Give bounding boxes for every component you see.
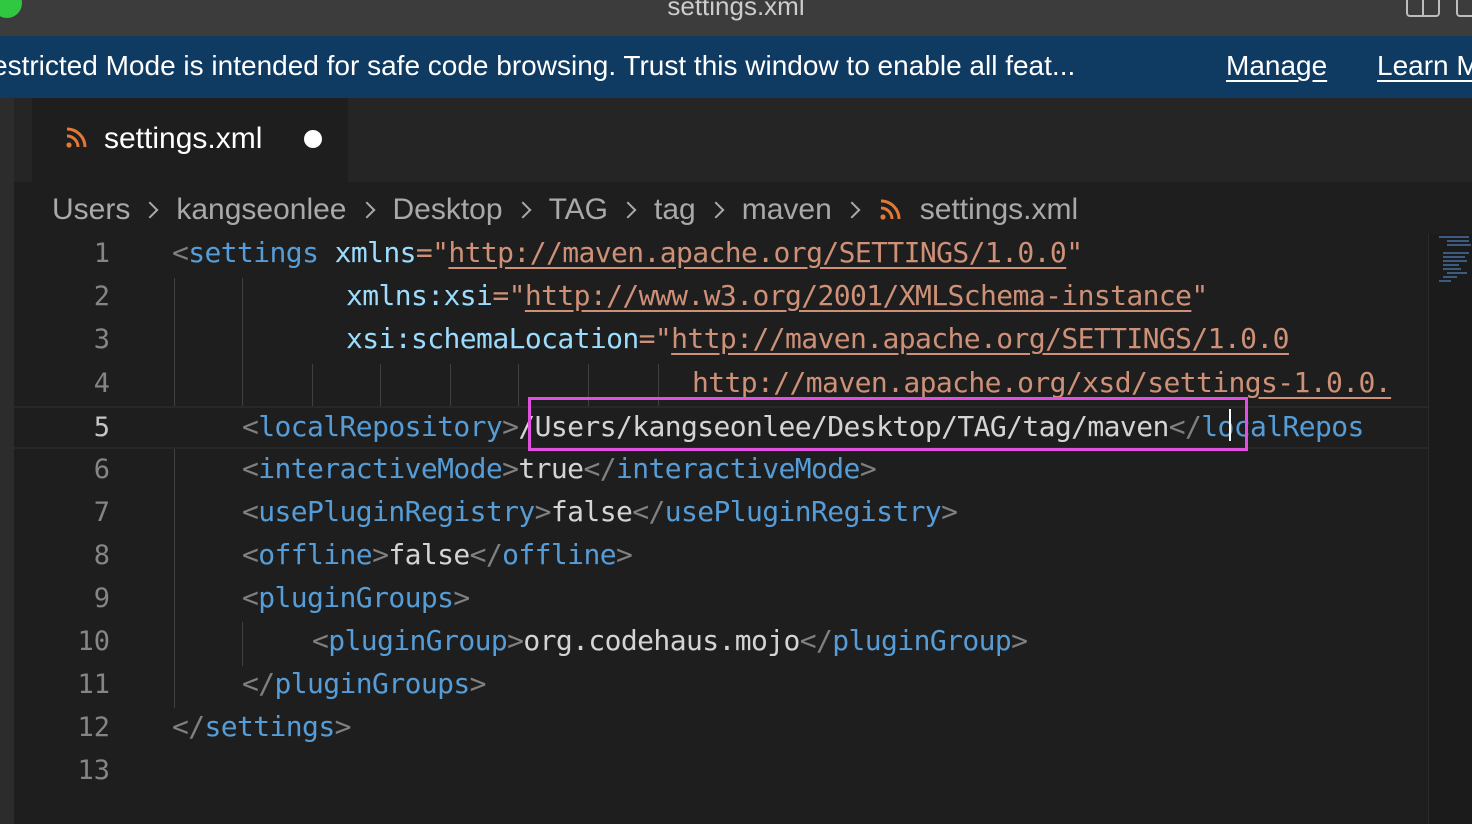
breadcrumb-desktop[interactable]: Desktop: [393, 193, 503, 227]
code-text: <localRepository>/Users/kangseonlee/Desk…: [242, 410, 1364, 443]
code-line[interactable]: 7 <usePluginRegistry>false</usePluginReg…: [14, 493, 1428, 536]
code-text: <pluginGroup>org.codehaus.mojo</pluginGr…: [312, 624, 1028, 657]
activity-bar-edge: [0, 98, 14, 824]
unsaved-dot-icon[interactable]: [304, 130, 322, 148]
line-number: 1: [93, 238, 110, 269]
minimap-line: [1443, 264, 1459, 266]
manage-link[interactable]: Manage: [1226, 50, 1327, 82]
minimap-line: [1443, 252, 1469, 254]
code-text: <usePluginRegistry>false</usePluginRegis…: [242, 495, 958, 528]
minimap-line: [1443, 268, 1461, 270]
code-line[interactable]: 11 </pluginGroups>: [14, 665, 1428, 708]
code-line[interactable]: 1 <settings xmlns="http://maven.apache.o…: [14, 234, 1428, 277]
code-text: <pluginGroups>: [242, 581, 470, 614]
tab-label: settings.xml: [104, 122, 263, 155]
code-text: http://maven.apache.org/xsd/settings-1.0…: [692, 366, 1392, 399]
minimap-line: [1443, 260, 1467, 262]
chevron-right-icon: [619, 201, 637, 219]
breadcrumb-maven[interactable]: maven: [742, 193, 832, 227]
line-number: 12: [77, 712, 110, 743]
chevron-right-icon: [358, 201, 375, 219]
text-cursor: [1229, 409, 1231, 441]
line-number: 11: [77, 669, 110, 700]
line-number: 2: [93, 281, 110, 312]
title-bar: settings.xml: [0, 0, 1472, 36]
tab-settings-xml[interactable]: settings.xml: [32, 98, 348, 182]
minimap-line: [1443, 256, 1465, 258]
breadcrumb: Users kangseonlee Desktop TAG tag maven …: [52, 188, 1078, 232]
line-number: 8: [93, 540, 110, 571]
code-line[interactable]: 4 http://maven.apache.org/xsd/settings-1…: [14, 364, 1428, 407]
code-editor[interactable]: 1 <settings xmlns="http://maven.apache.o…: [14, 234, 1428, 824]
breadcrumb-tag-upper[interactable]: TAG: [549, 193, 608, 227]
code-text: <interactiveMode>true</interactiveMode>: [242, 452, 877, 485]
minimap-line: [1447, 272, 1467, 274]
rss-icon: [880, 199, 901, 220]
minimap-line: [1439, 236, 1469, 238]
line-number: 4: [93, 368, 110, 399]
line-number: 3: [93, 324, 110, 355]
breadcrumb-users[interactable]: Users: [52, 193, 130, 227]
panel-layout-icon[interactable]: [1456, 0, 1472, 17]
code-text: <offline>false</offline>: [242, 538, 633, 571]
chevron-right-icon: [843, 201, 861, 219]
code-line[interactable]: 2 xmlns:xsi="http://www.w3.org/2001/XMLS…: [14, 277, 1428, 320]
line-number: 7: [93, 497, 110, 528]
rss-icon: [66, 127, 87, 148]
chevron-right-icon: [141, 201, 159, 219]
code-line[interactable]: 10 <pluginGroup>org.codehaus.mojo</plugi…: [14, 622, 1428, 665]
line-number: 9: [93, 583, 110, 614]
code-line[interactable]: 8 <offline>false</offline>: [14, 536, 1428, 579]
learn-more-link[interactable]: Learn M: [1377, 50, 1472, 82]
code-line-current[interactable]: 5 <localRepository>/Users/kangseonlee/De…: [14, 406, 1428, 449]
minimap-line: [1447, 240, 1469, 242]
minimap-line: [1443, 276, 1457, 278]
line-number: 6: [93, 454, 110, 485]
code-line[interactable]: 12 </settings>: [14, 708, 1428, 751]
restricted-mode-banner: estricted Mode is intended for safe code…: [0, 36, 1472, 98]
chevron-right-icon: [514, 201, 532, 219]
banner-message: estricted Mode is intended for safe code…: [0, 50, 1076, 81]
code-line[interactable]: 9 <pluginGroups>: [14, 579, 1428, 622]
code-line[interactable]: 13: [14, 751, 1428, 794]
code-text: </pluginGroups>: [242, 667, 486, 700]
line-number: 5: [93, 412, 110, 443]
breadcrumb-tag[interactable]: tag: [654, 193, 696, 227]
minimap-line: [1439, 280, 1451, 282]
line-number: 10: [77, 626, 110, 657]
code-text: xmlns:xsi="http://www.w3.org/2001/XMLSch…: [346, 279, 1208, 312]
window-title: settings.xml: [667, 0, 805, 21]
split-layout-icon[interactable]: [1406, 0, 1440, 17]
code-line[interactable]: 6 <interactiveMode>true</interactiveMode…: [14, 450, 1428, 493]
code-text: xsi:schemaLocation="http://maven.apache.…: [346, 322, 1290, 355]
code-line[interactable]: 3 xsi:schemaLocation="http://maven.apach…: [14, 320, 1428, 363]
minimap[interactable]: [1428, 234, 1472, 824]
breadcrumb-kangseonlee[interactable]: kangseonlee: [176, 193, 346, 227]
line-number: 13: [77, 755, 110, 786]
minimap-line: [1447, 244, 1471, 246]
breadcrumb-settings-xml[interactable]: settings.xml: [920, 193, 1078, 227]
chevron-right-icon: [707, 201, 725, 219]
code-text: <settings xmlns="http://maven.apache.org…: [172, 236, 1083, 269]
code-text: </settings>: [172, 710, 351, 743]
tab-bar: settings.xml: [14, 98, 1472, 182]
